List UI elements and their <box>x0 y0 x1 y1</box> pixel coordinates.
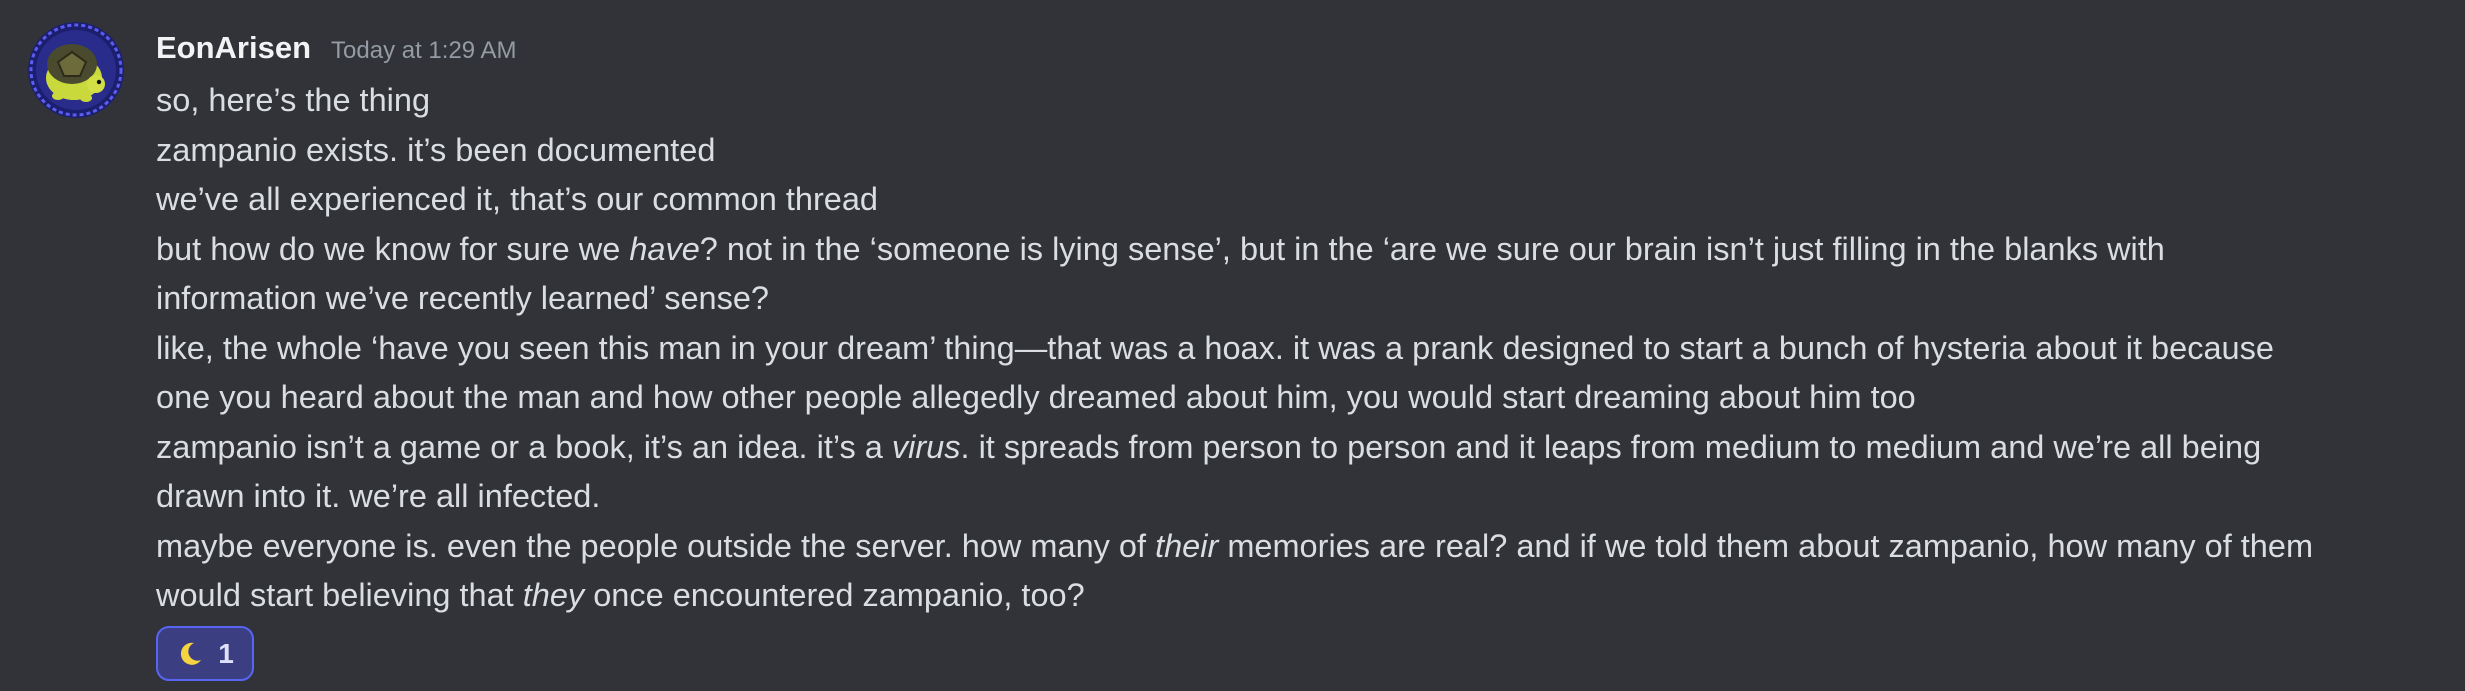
reaction-count: 1 <box>218 637 234 669</box>
italic-text: have <box>629 230 700 267</box>
message-line: drawn into it. we’re all infected. <box>156 472 2426 522</box>
italic-text: their <box>1155 527 1219 564</box>
message-text: zampanio isn’t a game or a book, it’s an… <box>156 428 892 465</box>
message-text: maybe everyone is. even the people outsi… <box>156 527 1156 564</box>
message-line: we’ve all experienced it, that’s our com… <box>156 175 2426 225</box>
turtle-avatar-icon <box>28 22 124 118</box>
message-text: but how do we know for sure we <box>156 230 630 267</box>
message-line: one you heard about the man and how othe… <box>156 373 2426 423</box>
message-text: memories are real? and if we told them a… <box>1218 527 2314 564</box>
message-text: information we’ve recently learned’ sens… <box>156 280 770 316</box>
message-text: ? not in the ‘someone is lying sense’, b… <box>699 230 2165 267</box>
message-text: one you heard about the man and how othe… <box>156 379 1916 415</box>
message-text: like, the whole ‘have you seen this man … <box>156 329 2274 366</box>
message-line: so, here’s the thing <box>156 76 2426 126</box>
message-line: maybe everyone is. even the people outsi… <box>156 522 2426 572</box>
message-line: information we’ve recently learned’ sens… <box>156 274 2426 324</box>
user-avatar[interactable] <box>28 22 124 118</box>
italic-text: virus <box>891 428 961 465</box>
reaction-button[interactable]: 1 <box>156 626 254 681</box>
chat-message: EonArisen Today at 1:29 AM so, here’s th… <box>0 0 2465 691</box>
message-header: EonArisen Today at 1:29 AM <box>156 30 516 70</box>
message-timestamp[interactable]: Today at 1:29 AM <box>331 37 516 65</box>
message-line: but how do we know for sure we have? not… <box>156 225 2426 275</box>
message-text: . it spreads from person to person and i… <box>960 428 2262 465</box>
crescent-moon-icon <box>176 640 204 668</box>
message-line: zampanio exists. it’s been documented <box>156 126 2426 176</box>
message-text: would start believing that <box>156 577 523 613</box>
message-line: would start believing that they once enc… <box>156 571 2426 621</box>
message-text: zampanio exists. it’s been documented <box>156 131 716 168</box>
message-content: so, here’s the thing zampanio exists. it’… <box>156 76 2426 621</box>
message-text: drawn into it. we’re all infected. <box>156 478 601 514</box>
message-text: so, here’s the thing <box>156 82 431 118</box>
message-text: we’ve all experienced it, that’s our com… <box>156 181 878 217</box>
message-line: like, the whole ‘have you seen this man … <box>156 324 2426 374</box>
message-text: once encountered zampanio, too? <box>584 577 1085 613</box>
username[interactable]: EonArisen <box>156 30 311 66</box>
italic-text: they <box>522 577 585 613</box>
message-line: zampanio isn’t a game or a book, it’s an… <box>156 423 2426 473</box>
